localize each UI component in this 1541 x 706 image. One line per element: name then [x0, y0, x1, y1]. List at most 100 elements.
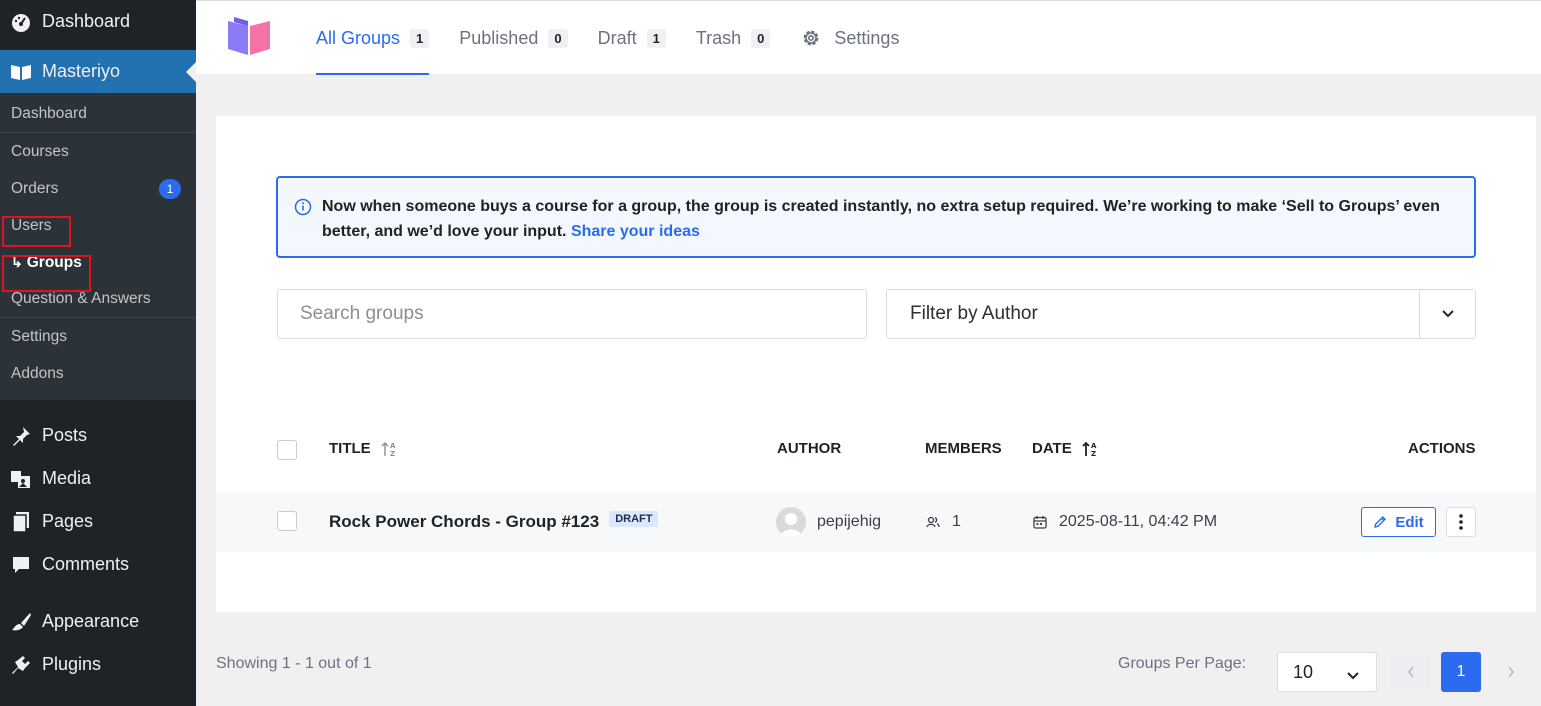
- menu-dashboard[interactable]: Dashboard: [0, 0, 196, 43]
- tab-count: 0: [751, 28, 771, 48]
- members-cell: 1: [926, 492, 961, 552]
- group-title-cell: Rock Power Chords - Group #123 DRAFT: [329, 492, 659, 552]
- tab-label: Trash: [695, 27, 742, 48]
- submenu-label: Addons: [11, 364, 64, 382]
- menu-posts[interactable]: Posts: [0, 414, 196, 457]
- menu-label: Media: [42, 468, 92, 488]
- submenu-label: Orders: [11, 179, 59, 197]
- share-ideas-link[interactable]: Share your ideas: [571, 223, 700, 240]
- pushpin-icon: [8, 425, 34, 447]
- per-page-value: 10: [1293, 661, 1314, 682]
- author-cell: pepijehig: [776, 492, 881, 552]
- menu-label: Posts: [42, 425, 88, 445]
- table-row: Rock Power Chords - Group #123 DRAFT pep…: [216, 492, 1536, 552]
- media-icon: [8, 468, 34, 490]
- menu-pages[interactable]: Pages: [0, 500, 196, 543]
- column-author: AUTHOR: [777, 440, 841, 457]
- submenu-addons[interactable]: Addons: [0, 355, 196, 392]
- info-notice: Now when someone buys a course for a gro…: [276, 176, 1476, 258]
- menu-label: Plugins: [42, 654, 102, 674]
- submenu-orders[interactable]: Orders 1: [0, 170, 196, 207]
- paintbrush-icon: [8, 611, 34, 633]
- menu-appearance[interactable]: Appearance: [0, 600, 196, 643]
- author-filter-select[interactable]: Filter by Author: [886, 289, 1476, 339]
- menu-comments[interactable]: Comments: [0, 543, 196, 586]
- groups-card: Now when someone buys a course for a gro…: [216, 116, 1536, 612]
- page-number-button[interactable]: 1: [1441, 652, 1481, 692]
- row-checkbox[interactable]: [277, 511, 297, 531]
- status-badge: DRAFT: [609, 511, 659, 527]
- tab-label: All Groups: [316, 27, 401, 48]
- masteriyo-icon: [8, 61, 34, 83]
- tab-all-groups[interactable]: All Groups 1: [316, 1, 430, 75]
- column-label: ACTIONS: [1408, 440, 1476, 457]
- tab-count: 0: [548, 28, 568, 48]
- menu-plugins[interactable]: Plugins: [0, 643, 196, 686]
- menu-label: Masteriyo: [42, 61, 121, 81]
- masteriyo-logo[interactable]: [226, 17, 272, 57]
- chevron-down-icon: [1346, 665, 1360, 686]
- chevron-right-icon: [1507, 665, 1515, 679]
- submenu-settings[interactable]: Settings: [0, 318, 196, 355]
- sort-icon: AZ: [381, 441, 399, 457]
- column-members: MEMBERS: [925, 440, 1002, 457]
- submenu-courses[interactable]: Courses: [0, 133, 196, 170]
- notice-text: Now when someone buys a course for a gro…: [322, 198, 1440, 240]
- members-count: 1: [952, 513, 961, 530]
- orders-count-badge: 1: [159, 179, 181, 199]
- tab-label: Draft: [597, 27, 637, 48]
- menu-media[interactable]: Media: [0, 457, 196, 500]
- tab-count: 1: [646, 28, 666, 48]
- highlight-groups: [2, 255, 91, 292]
- menu-label: Comments: [42, 554, 130, 574]
- column-label: TITLE: [329, 440, 371, 457]
- avatar: [776, 507, 806, 537]
- results-summary: Showing 1 - 1 out of 1: [216, 655, 372, 672]
- next-page-button[interactable]: [1491, 652, 1531, 692]
- pencil-icon: [1373, 515, 1387, 529]
- previous-page-button[interactable]: [1391, 652, 1431, 692]
- tab-label: Settings: [834, 27, 900, 48]
- info-icon: [294, 198, 312, 224]
- column-label: AUTHOR: [777, 440, 842, 457]
- date-cell: 2025-08-11, 04:42 PM: [1033, 492, 1217, 552]
- more-actions-button[interactable]: [1446, 507, 1476, 537]
- status-tabs: All Groups 1 Published 0 Draft 1 Trash 0 Set…: [316, 1, 929, 75]
- submenu-dashboard[interactable]: Dashboard: [0, 96, 196, 133]
- tab-draft[interactable]: Draft 1: [598, 1, 666, 75]
- gear-icon: [800, 27, 822, 49]
- svg-text:Z: Z: [390, 450, 395, 457]
- users-icon: [926, 516, 940, 528]
- column-label: DATE: [1032, 440, 1072, 457]
- table-header: TITLE AZ AUTHOR MEMBERS DATE AZ ACTIONS: [216, 426, 1536, 472]
- per-page-label: Groups Per Page:: [1118, 655, 1247, 672]
- submenu-label: Courses: [11, 142, 69, 160]
- svg-text:A: A: [1091, 442, 1097, 450]
- pages-icon: [8, 511, 34, 533]
- column-title[interactable]: TITLE AZ: [329, 440, 399, 457]
- column-actions: ACTIONS: [1408, 440, 1476, 457]
- svg-text:A: A: [390, 442, 396, 450]
- menu-masteriyo[interactable]: Masteriyo: [0, 50, 196, 93]
- calendar-icon: [1033, 515, 1047, 529]
- submenu-label: Settings: [11, 327, 68, 345]
- tab-label: Published: [459, 27, 539, 48]
- group-title[interactable]: Rock Power Chords - Group #123: [329, 512, 599, 532]
- author-name: pepijehig: [817, 513, 882, 530]
- chevron-down-icon[interactable]: [1419, 290, 1475, 338]
- edit-button[interactable]: Edit: [1361, 507, 1436, 537]
- tab-settings[interactable]: Settings: [800, 1, 899, 75]
- search-input[interactable]: Search groups: [277, 289, 867, 339]
- plugin-icon: [8, 654, 34, 676]
- tab-count: 1: [410, 28, 430, 48]
- select-all-checkbox[interactable]: [277, 440, 297, 460]
- sort-icon: AZ: [1082, 441, 1100, 457]
- tab-trash[interactable]: Trash 0: [696, 1, 771, 75]
- masteriyo-header: All Groups 1 Published 0 Draft 1 Trash 0 Set…: [196, 0, 1541, 75]
- column-date[interactable]: DATE AZ: [1032, 440, 1100, 457]
- submenu-label: Question & Answers: [11, 290, 151, 307]
- menu-label: Appearance: [42, 611, 140, 631]
- per-page-select[interactable]: 10: [1277, 652, 1377, 692]
- chevron-left-icon: [1407, 665, 1415, 679]
- tab-published[interactable]: Published 0: [459, 1, 568, 75]
